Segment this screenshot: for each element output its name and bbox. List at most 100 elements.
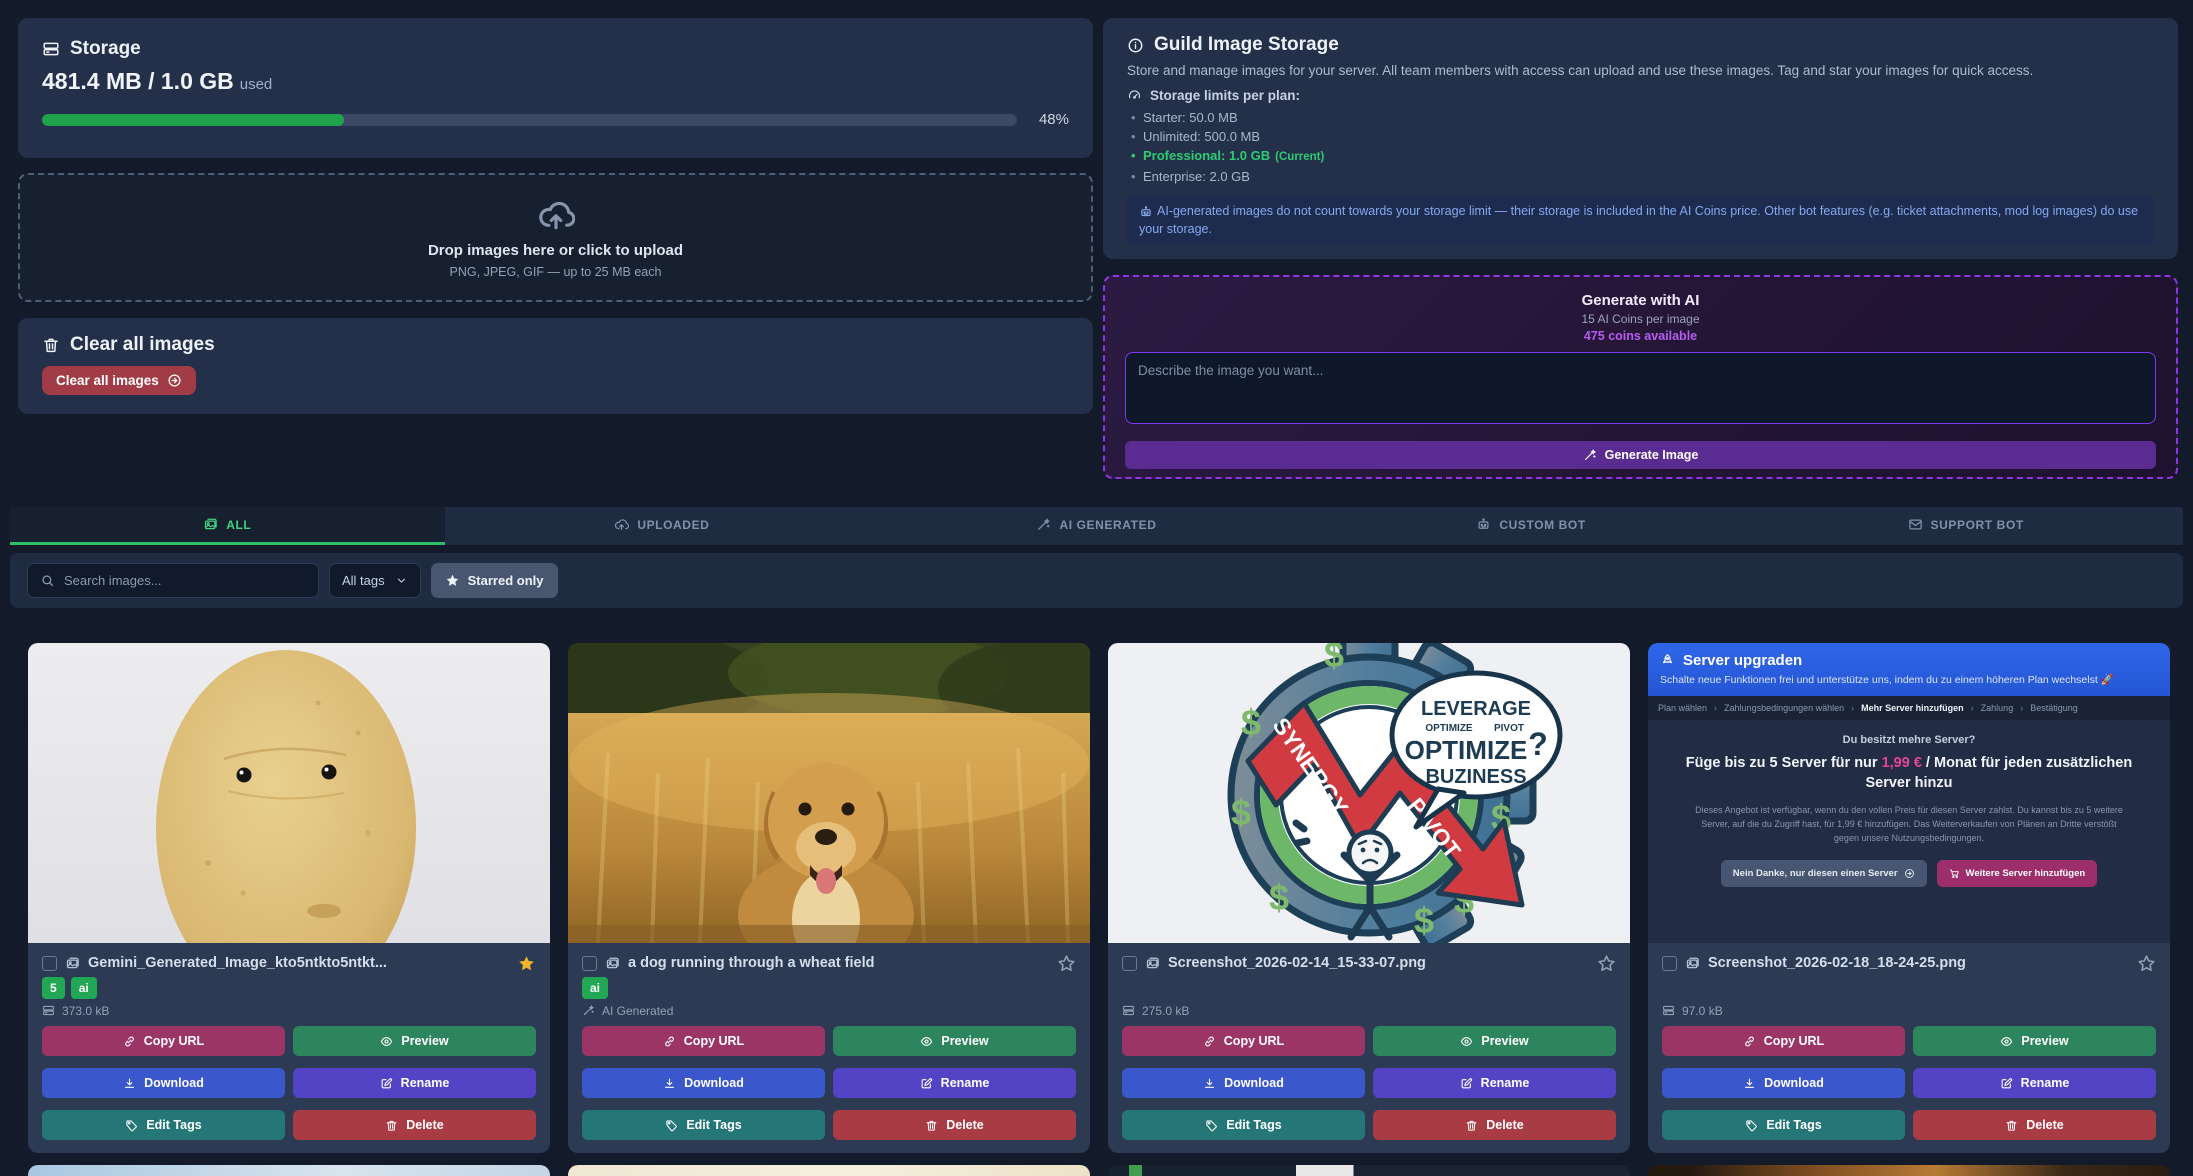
image-card: a dog running through a wheat field ai A… <box>568 643 1090 1153</box>
rename-button[interactable]: Rename <box>293 1068 536 1098</box>
tab-uploaded-label: UPLOADED <box>637 518 709 532</box>
image-thumbnail-partial[interactable] <box>568 1165 1090 1176</box>
upgrade-accept-label: Weitere Server hinzufügen <box>1966 868 2086 879</box>
card-select-checkbox[interactable] <box>582 956 597 971</box>
envelope-icon <box>1908 517 1923 532</box>
clear-all-panel: Clear all images Clear all images <box>18 318 1093 414</box>
star-toggle[interactable] <box>1597 954 1616 973</box>
edit-tags-button[interactable]: Edit Tags <box>42 1110 285 1140</box>
download-button[interactable]: Download <box>1122 1068 1365 1098</box>
card-body: Gemini_Generated_Image_kto5ntkto5ntkt...… <box>28 943 550 1153</box>
star-toggle[interactable] <box>1057 954 1076 973</box>
clear-all-button[interactable]: Clear all images <box>42 366 196 395</box>
generate-image-button[interactable]: Generate Image <box>1125 441 2156 469</box>
card-source: AI Generated <box>602 1004 673 1018</box>
edit-icon <box>380 1077 393 1090</box>
image-thumbnail-upgrade-screenshot[interactable]: Server upgraden Schalte neue Funktionen … <box>1648 643 2170 943</box>
breadcrumb-item: Bestätigung <box>2030 703 2078 713</box>
drive-icon <box>1662 1004 1675 1017</box>
star-toggle[interactable] <box>2137 954 2156 973</box>
edit-tags-label: Edit Tags <box>686 1118 741 1132</box>
generate-prompt-input[interactable] <box>1125 352 2156 424</box>
image-thumbnail-partial[interactable] <box>1108 1165 1630 1176</box>
tag-badge[interactable]: 5 <box>42 977 65 999</box>
rename-label: Rename <box>401 1076 450 1090</box>
image-thumbnail-partial[interactable] <box>1648 1165 2170 1176</box>
business-art: $$$ $$$ $$ SYNERGY PIVOT <box>1108 643 1630 943</box>
upgrade-banner: Server upgraden Schalte neue Funktionen … <box>1648 643 2170 696</box>
image-thumbnail-business[interactable]: $$$ $$$ $$ SYNERGY PIVOT <box>1108 643 1630 943</box>
image-card: Gemini_Generated_Image_kto5ntkto5ntkt...… <box>28 643 550 1153</box>
card-meta: 373.0 kB <box>42 1003 536 1018</box>
upgrade-decline-button[interactable]: Nein Danke, nur diesen einen Server <box>1721 860 1927 887</box>
edit-tags-button[interactable]: Edit Tags <box>582 1110 825 1140</box>
image-thumbnail-potato[interactable] <box>28 643 550 943</box>
search-input[interactable] <box>64 573 306 588</box>
image-thumbnail-dog[interactable] <box>568 643 1090 943</box>
edit-tags-button[interactable]: Edit Tags <box>1122 1110 1365 1140</box>
tab-custom-bot[interactable]: CUSTOM BOT <box>1314 507 1749 545</box>
tab-all[interactable]: ALL <box>10 507 445 545</box>
star-toggle[interactable] <box>517 954 536 973</box>
tag-badge[interactable]: ai <box>582 977 608 999</box>
tags-filter-select[interactable]: All tags <box>329 563 421 598</box>
drive-icon <box>42 40 60 58</box>
tab-support-bot[interactable]: SUPPORT BOT <box>1748 507 2183 545</box>
svg-text:$: $ <box>1269 877 1289 918</box>
download-button[interactable]: Download <box>42 1068 285 1098</box>
plan-item-unlimited: Unlimited: 500.0 MB <box>1127 127 2154 146</box>
info-icon <box>1127 37 1144 54</box>
link-icon <box>1203 1035 1216 1048</box>
filter-bar: All tags Starred only <box>10 553 2183 608</box>
delete-button[interactable]: Delete <box>833 1110 1076 1140</box>
delete-button[interactable]: Delete <box>1913 1110 2156 1140</box>
preview-button[interactable]: Preview <box>1913 1026 2156 1056</box>
starred-only-label: Starred only <box>468 573 544 588</box>
search-icon <box>40 573 55 588</box>
tab-ai-generated-label: AI GENERATED <box>1059 518 1156 532</box>
tag-badge[interactable]: ai <box>71 977 97 999</box>
card-select-checkbox[interactable] <box>1122 956 1137 971</box>
tab-uploaded[interactable]: UPLOADED <box>445 507 880 545</box>
delete-button[interactable]: Delete <box>1373 1110 1616 1140</box>
storage-progress-fill <box>42 114 344 126</box>
rename-button[interactable]: Rename <box>1913 1068 2156 1098</box>
star-outline-icon <box>2137 954 2156 973</box>
cloud-upload-icon <box>537 196 575 234</box>
preview-button[interactable]: Preview <box>293 1026 536 1056</box>
rename-button[interactable]: Rename <box>833 1068 1076 1098</box>
generate-image-button-label: Generate Image <box>1605 448 1699 462</box>
card-select-checkbox[interactable] <box>1662 956 1677 971</box>
copy-url-button[interactable]: Copy URL <box>582 1026 825 1056</box>
upgrade-banner-subtitle: Schalte neue Funktionen frei und unterst… <box>1660 673 2158 686</box>
upload-dropzone[interactable]: Drop images here or click to upload PNG,… <box>18 173 1093 302</box>
edit-tags-button[interactable]: Edit Tags <box>1662 1110 1905 1140</box>
preview-button[interactable]: Preview <box>833 1026 1076 1056</box>
card-tags <box>1662 977 2156 999</box>
download-button[interactable]: Download <box>1662 1068 1905 1098</box>
delete-button[interactable]: Delete <box>293 1110 536 1140</box>
copy-url-button[interactable]: Copy URL <box>42 1026 285 1056</box>
card-filename: a dog running through a wheat field <box>628 955 1049 971</box>
download-button[interactable]: Download <box>582 1068 825 1098</box>
ai-storage-note-text: AI-generated images do not count towards… <box>1139 204 2138 236</box>
copy-url-button[interactable]: Copy URL <box>1662 1026 1905 1056</box>
preview-button[interactable]: Preview <box>1373 1026 1616 1056</box>
offer-price: 1,99 € <box>1882 755 1922 771</box>
tab-all-label: ALL <box>226 518 251 532</box>
dog-art <box>568 643 1090 943</box>
upgrade-accept-button[interactable]: Weitere Server hinzufügen <box>1937 860 2098 887</box>
image-thumbnail-partial[interactable] <box>28 1165 550 1176</box>
copy-url-button[interactable]: Copy URL <box>1122 1026 1365 1056</box>
card-select-checkbox[interactable] <box>42 956 57 971</box>
download-label: Download <box>144 1076 204 1090</box>
starred-only-toggle[interactable]: Starred only <box>431 563 558 598</box>
card-body: a dog running through a wheat field ai A… <box>568 943 1090 1153</box>
tab-ai-generated[interactable]: AI GENERATED <box>879 507 1314 545</box>
svg-text:BUZINESS: BUZINESS <box>1425 766 1526 788</box>
rename-button[interactable]: Rename <box>1373 1068 1616 1098</box>
delete-label: Delete <box>1486 1118 1524 1132</box>
preview-label: Preview <box>1481 1034 1528 1048</box>
right-column: Guild Image Storage Store and manage ima… <box>1103 18 2178 479</box>
edit-icon <box>920 1077 933 1090</box>
